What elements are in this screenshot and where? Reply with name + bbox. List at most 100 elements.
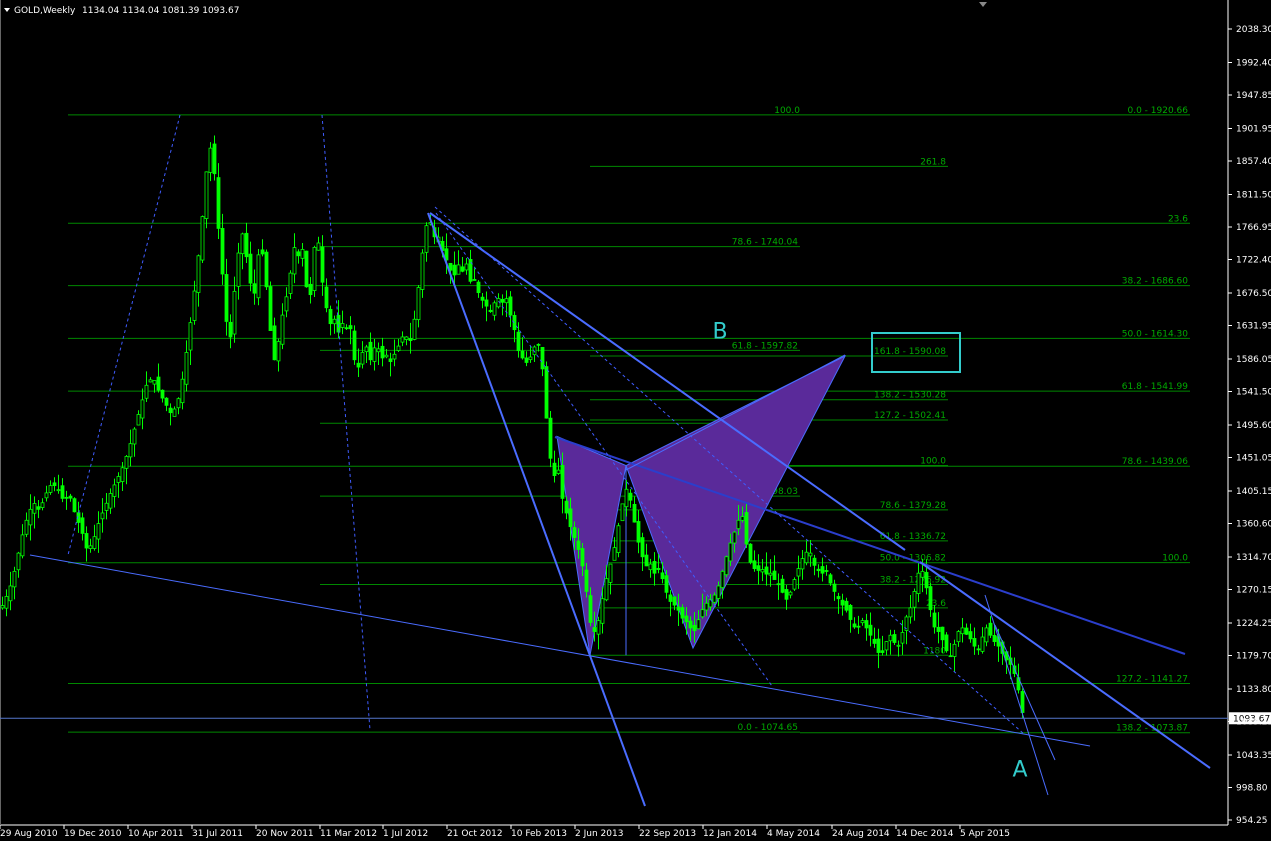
- y-tick-label: 1766.95: [1236, 223, 1271, 233]
- y-tick-label: 1133.80: [1236, 685, 1271, 695]
- candle-body: [812, 557, 817, 566]
- gold-weekly-chart: GOLD,Weekly 1134.04 1134.04 1081.39 1093…: [0, 0, 1271, 841]
- candle-body: [236, 252, 241, 287]
- candle-body: [644, 554, 649, 567]
- x-tick-label: 11 Mar 2012: [320, 829, 377, 839]
- candle-body: [844, 600, 849, 611]
- candle-body: [164, 397, 169, 406]
- candle-body: [888, 634, 893, 642]
- candle-body: [280, 314, 285, 345]
- candle-body: [672, 596, 677, 606]
- candle-body: [760, 569, 765, 573]
- candle-body: [688, 620, 693, 629]
- x-tick-label: 2 Jun 2013: [575, 829, 623, 839]
- candle-body: [200, 216, 205, 261]
- y-tick-label: 1631.95: [1236, 322, 1271, 332]
- candle-body: [336, 314, 341, 333]
- candle-body: [388, 358, 393, 362]
- candle-body: [624, 488, 629, 508]
- candle-body: [208, 147, 213, 173]
- candle-body: [400, 336, 405, 343]
- candle-body: [660, 572, 665, 580]
- candle-body: [8, 585, 13, 602]
- candle-body: [868, 624, 873, 636]
- candle-body: [616, 525, 621, 553]
- y-tick-label: 1992.40: [1236, 58, 1271, 68]
- candle-body: [560, 464, 565, 499]
- fib-level-label: 138.2 - 1530.28: [874, 391, 946, 401]
- candle-body: [668, 594, 673, 602]
- x-tick-label: 14 Dec 2014: [896, 829, 954, 839]
- candle-body: [92, 536, 97, 549]
- fib-level-label: 50.0 - 1306.82: [880, 554, 946, 564]
- candle-body: [720, 570, 725, 588]
- candle-body: [216, 177, 221, 229]
- candle-body: [728, 542, 733, 562]
- candle-body: [988, 622, 993, 636]
- candle-body: [536, 343, 541, 346]
- fib-level-label: 138.2 - 1073.87: [1116, 724, 1188, 734]
- candle-body: [952, 643, 957, 657]
- y-tick-label: 954.25: [1236, 816, 1268, 826]
- candle-body: [880, 650, 885, 653]
- candle-body: [148, 379, 153, 383]
- candle-body: [936, 626, 941, 632]
- candle-body: [700, 609, 705, 618]
- candle-body: [476, 281, 481, 294]
- candle-body: [912, 591, 917, 608]
- x-tick-label: 29 Aug 2010: [0, 829, 58, 839]
- candle-body: [260, 249, 265, 255]
- candle-body: [908, 607, 913, 618]
- candle-body: [608, 563, 613, 583]
- candle-body: [820, 566, 825, 574]
- candle-body: [228, 321, 233, 338]
- candle-body: [480, 296, 485, 301]
- wave-label-b: B: [712, 320, 727, 345]
- fib-level-label: 61.8 - 1541.99: [1122, 382, 1188, 392]
- candle-body: [384, 354, 389, 358]
- candle-body: [412, 318, 417, 340]
- candle-body: [52, 482, 57, 487]
- candle-body: [744, 512, 749, 545]
- candle-body: [152, 380, 157, 385]
- x-tick-label: 1 Jul 2012: [383, 829, 428, 839]
- candle-body: [824, 570, 829, 572]
- candle-body: [840, 599, 845, 606]
- candle-body: [752, 560, 757, 570]
- candle-body: [40, 502, 45, 508]
- candle-body: [60, 485, 65, 499]
- candle-body: [124, 456, 129, 469]
- candle-body: [36, 506, 41, 510]
- candle-body: [696, 619, 701, 630]
- candle-body: [184, 352, 189, 385]
- candle-body: [460, 266, 465, 272]
- candle-body: [340, 323, 345, 328]
- candle-body: [72, 498, 77, 513]
- candle-body: [992, 635, 997, 642]
- candle-body: [16, 552, 21, 571]
- candle-body: [80, 517, 85, 534]
- x-tick-label: 5 Apr 2015: [960, 829, 1010, 839]
- candle-body: [360, 352, 365, 365]
- candle-body: [920, 570, 925, 578]
- candle-body: [288, 272, 293, 294]
- candle-body: [172, 408, 177, 417]
- candle-body: [176, 398, 181, 409]
- candle-body: [296, 251, 301, 257]
- candle-body: [788, 591, 793, 596]
- fib-level-label: 100.0: [774, 106, 800, 116]
- candle-body: [204, 171, 209, 219]
- candle-body: [224, 274, 229, 322]
- candle-body: [664, 575, 669, 593]
- fib-level-label: 78.6 - 1379.28: [880, 501, 946, 511]
- candle-body: [600, 598, 605, 624]
- candle-body: [452, 264, 457, 276]
- candle-body: [804, 551, 809, 564]
- ohlc-readout: 1134.04 1134.04 1081.39 1093.67: [82, 6, 239, 16]
- candle-body: [884, 641, 889, 651]
- candle-body: [684, 615, 689, 623]
- candle-body: [972, 638, 977, 647]
- candle-body: [284, 296, 289, 312]
- candle-body: [892, 634, 897, 643]
- candle-body: [564, 500, 569, 514]
